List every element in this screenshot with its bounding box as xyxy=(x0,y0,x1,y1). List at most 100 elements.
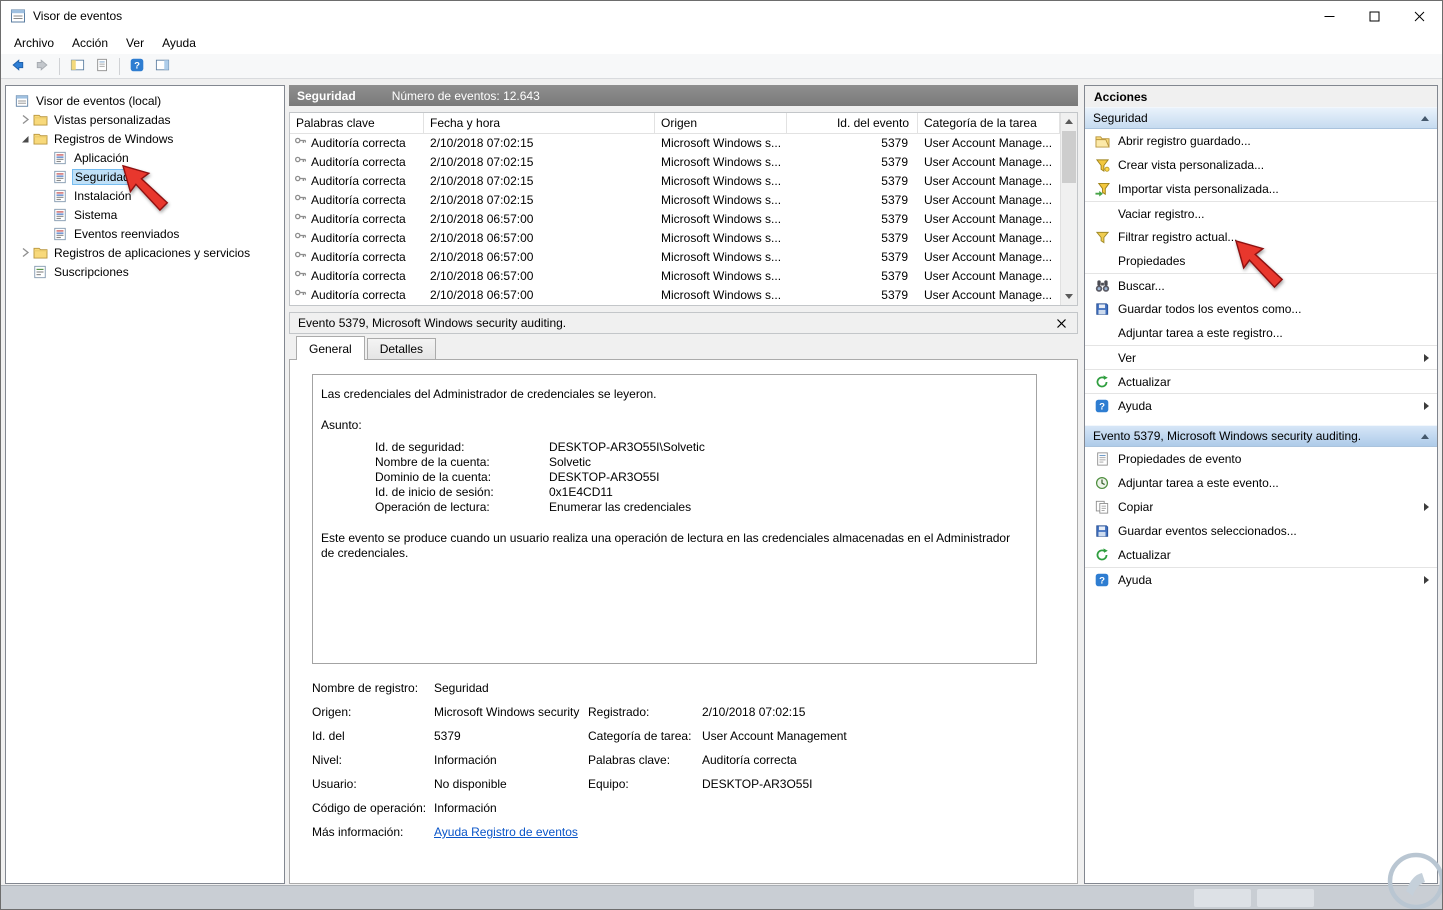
event-row[interactable]: Auditoría correcta 2/10/2018 07:02:15 Mi… xyxy=(290,191,1077,210)
save-icon xyxy=(1094,302,1110,316)
action-propiedades-de-evento[interactable]: Propiedades de evento xyxy=(1085,447,1437,471)
annotation-arrow-seguridad xyxy=(121,164,169,212)
detail-title: Evento 5379, Microsoft Windows security … xyxy=(298,316,567,330)
action-adjuntar-tarea-registro[interactable]: Adjuntar tarea a este registro... xyxy=(1085,321,1437,345)
tree-item-suscripciones[interactable]: Suscripciones xyxy=(6,262,284,281)
vertical-scrollbar[interactable] xyxy=(1060,113,1077,305)
chevron-collapsed-icon[interactable] xyxy=(18,114,32,125)
audit-success-key-icon xyxy=(294,134,307,153)
preview-pane: Evento 5379, Microsoft Windows security … xyxy=(289,312,1078,884)
tree-item-vistas-personalizadas[interactable]: Vistas personalizadas xyxy=(6,110,284,129)
filter-icon xyxy=(1094,230,1110,245)
collapse-arrow-icon[interactable] xyxy=(1421,115,1429,121)
column-header-palabras-clave[interactable]: Palabras clave xyxy=(290,113,424,133)
action-vaciar-registro[interactable]: Vaciar registro... xyxy=(1085,201,1437,225)
column-header-id-del-evento[interactable]: Id. del evento xyxy=(787,113,918,133)
help-icon: ? xyxy=(130,58,144,75)
column-header-fecha-y-hora[interactable]: Fecha y hora xyxy=(424,113,655,133)
actions-section-header-seguridad[interactable]: Seguridad xyxy=(1085,107,1437,129)
event-row[interactable]: Auditoría correcta 2/10/2018 06:57:00 Mi… xyxy=(290,210,1077,229)
action-ayuda-evento[interactable]: ? Ayuda xyxy=(1085,567,1437,591)
back-button[interactable] xyxy=(6,56,28,77)
export-list-button[interactable] xyxy=(91,56,113,77)
folder-icon xyxy=(32,113,48,126)
main-area: Visor de eventos (local) Vistas personal… xyxy=(1,79,1442,885)
audit-success-key-icon xyxy=(294,267,307,286)
forward-button[interactable] xyxy=(31,56,53,77)
action-actualizar[interactable]: Actualizar xyxy=(1085,369,1437,393)
tree-item-eventos-reenviados[interactable]: Eventos reenviados xyxy=(6,224,284,243)
event-row[interactable]: Auditoría correcta 2/10/2018 06:57:00 Mi… xyxy=(290,267,1077,286)
event-row[interactable]: Auditoría correcta 2/10/2018 07:02:15 Mi… xyxy=(290,153,1077,172)
action-ver[interactable]: Ver xyxy=(1085,345,1437,369)
taskbar-item[interactable] xyxy=(1194,889,1251,907)
event-row[interactable]: Auditoría correcta 2/10/2018 07:02:15 Mi… xyxy=(290,134,1077,153)
action-copiar[interactable]: Copiar xyxy=(1085,495,1437,519)
scrollbar-thumb[interactable] xyxy=(1062,131,1076,183)
audit-success-key-icon xyxy=(294,191,307,210)
action-crear-vista-personalizada[interactable]: Crear vista personalizada... xyxy=(1085,153,1437,177)
log-title: Seguridad xyxy=(297,88,356,103)
minimize-button[interactable] xyxy=(1307,1,1352,31)
solvetic-watermark-logo xyxy=(1387,852,1442,909)
action-actualizar-evento[interactable]: Actualizar xyxy=(1085,543,1437,567)
action-guardar-todos-los-eventos[interactable]: Guardar todos los eventos como... xyxy=(1085,297,1437,321)
back-icon xyxy=(10,58,25,75)
event-log-help-link[interactable]: Ayuda Registro de eventos xyxy=(434,824,578,841)
log-event-count: Número de eventos: 12.643 xyxy=(391,88,540,103)
menu-ver[interactable]: Ver xyxy=(117,33,153,53)
submenu-arrow-icon xyxy=(1424,353,1429,362)
action-ayuda[interactable]: ? Ayuda xyxy=(1085,393,1437,417)
detail-tabs: General Detalles xyxy=(289,334,1078,360)
event-row[interactable]: Auditoría correcta 2/10/2018 07:02:15 Mi… xyxy=(290,172,1077,191)
taskbar-item[interactable] xyxy=(1257,889,1314,907)
event-viewer-window: Visor de eventos Archivo Acción Ver Ayud… xyxy=(0,0,1443,910)
find-icon xyxy=(1094,279,1110,293)
submenu-arrow-icon xyxy=(1424,503,1429,511)
subscriptions-icon xyxy=(32,265,48,279)
scroll-down-icon[interactable] xyxy=(1061,288,1077,305)
menu-accion[interactable]: Acción xyxy=(63,33,117,53)
actions-section-header-evento-5379[interactable]: Evento 5379, Microsoft Windows security … xyxy=(1085,425,1437,447)
event-viewer-icon xyxy=(14,94,30,108)
tree-item-registros-aplicaciones-servicios[interactable]: Registros de aplicaciones y servicios xyxy=(6,243,284,262)
maximize-button[interactable] xyxy=(1352,1,1397,31)
collapse-arrow-icon[interactable] xyxy=(1421,433,1429,439)
table-header-row: Palabras clave Fecha y hora Origen Id. d… xyxy=(290,113,1077,134)
help-button[interactable]: ? xyxy=(126,56,148,77)
column-header-origen[interactable]: Origen xyxy=(655,113,787,133)
console-tree-toggle-button[interactable] xyxy=(66,56,88,77)
action-pane-toggle-button[interactable] xyxy=(151,56,173,77)
action-pane-toggle-icon xyxy=(155,58,170,75)
menu-archivo[interactable]: Archivo xyxy=(5,33,63,53)
import-custom-view-icon xyxy=(1094,182,1110,197)
taskbar-strip xyxy=(1,885,1442,909)
svg-text:?: ? xyxy=(134,60,140,71)
action-adjuntar-tarea-evento[interactable]: Adjuntar tarea a este evento... xyxy=(1085,471,1437,495)
event-row[interactable]: Auditoría correcta 2/10/2018 06:57:00 Mi… xyxy=(290,286,1077,305)
event-row[interactable]: Auditoría correcta 2/10/2018 06:57:00 Mi… xyxy=(290,248,1077,267)
event-description-box: Las credenciales del Administrador de cr… xyxy=(312,374,1037,664)
tab-detalles[interactable]: Detalles xyxy=(366,338,437,360)
scroll-up-icon[interactable] xyxy=(1061,113,1077,130)
center-panel: Seguridad Número de eventos: 12.643 Pala… xyxy=(289,85,1078,884)
actions-title: Acciones xyxy=(1094,90,1148,104)
menu-ayuda[interactable]: Ayuda xyxy=(153,33,205,53)
column-header-categoria[interactable]: Categoría de la tarea xyxy=(918,113,1060,133)
copy-icon xyxy=(1094,500,1110,514)
menubar: Archivo Acción Ver Ayuda xyxy=(1,31,1442,54)
close-button[interactable] xyxy=(1397,1,1442,31)
export-list-icon xyxy=(95,58,110,75)
event-row[interactable]: Auditoría correcta 2/10/2018 06:57:00 Mi… xyxy=(290,229,1077,248)
tree-item-registros-de-windows[interactable]: Registros de Windows xyxy=(6,129,284,148)
close-preview-icon[interactable] xyxy=(1053,315,1069,331)
action-guardar-eventos-seleccionados[interactable]: Guardar eventos seleccionados... xyxy=(1085,519,1437,543)
chevron-expanded-icon[interactable] xyxy=(18,134,32,144)
action-abrir-registro-guardado[interactable]: Abrir registro guardado... xyxy=(1085,129,1437,153)
chevron-collapsed-icon[interactable] xyxy=(18,247,32,258)
action-importar-vista-personalizada[interactable]: Importar vista personalizada... xyxy=(1085,177,1437,201)
event-log-icon xyxy=(52,189,68,203)
tab-general[interactable]: General xyxy=(296,336,365,360)
forward-icon xyxy=(35,58,50,75)
tree-item-root[interactable]: Visor de eventos (local) xyxy=(6,91,284,110)
